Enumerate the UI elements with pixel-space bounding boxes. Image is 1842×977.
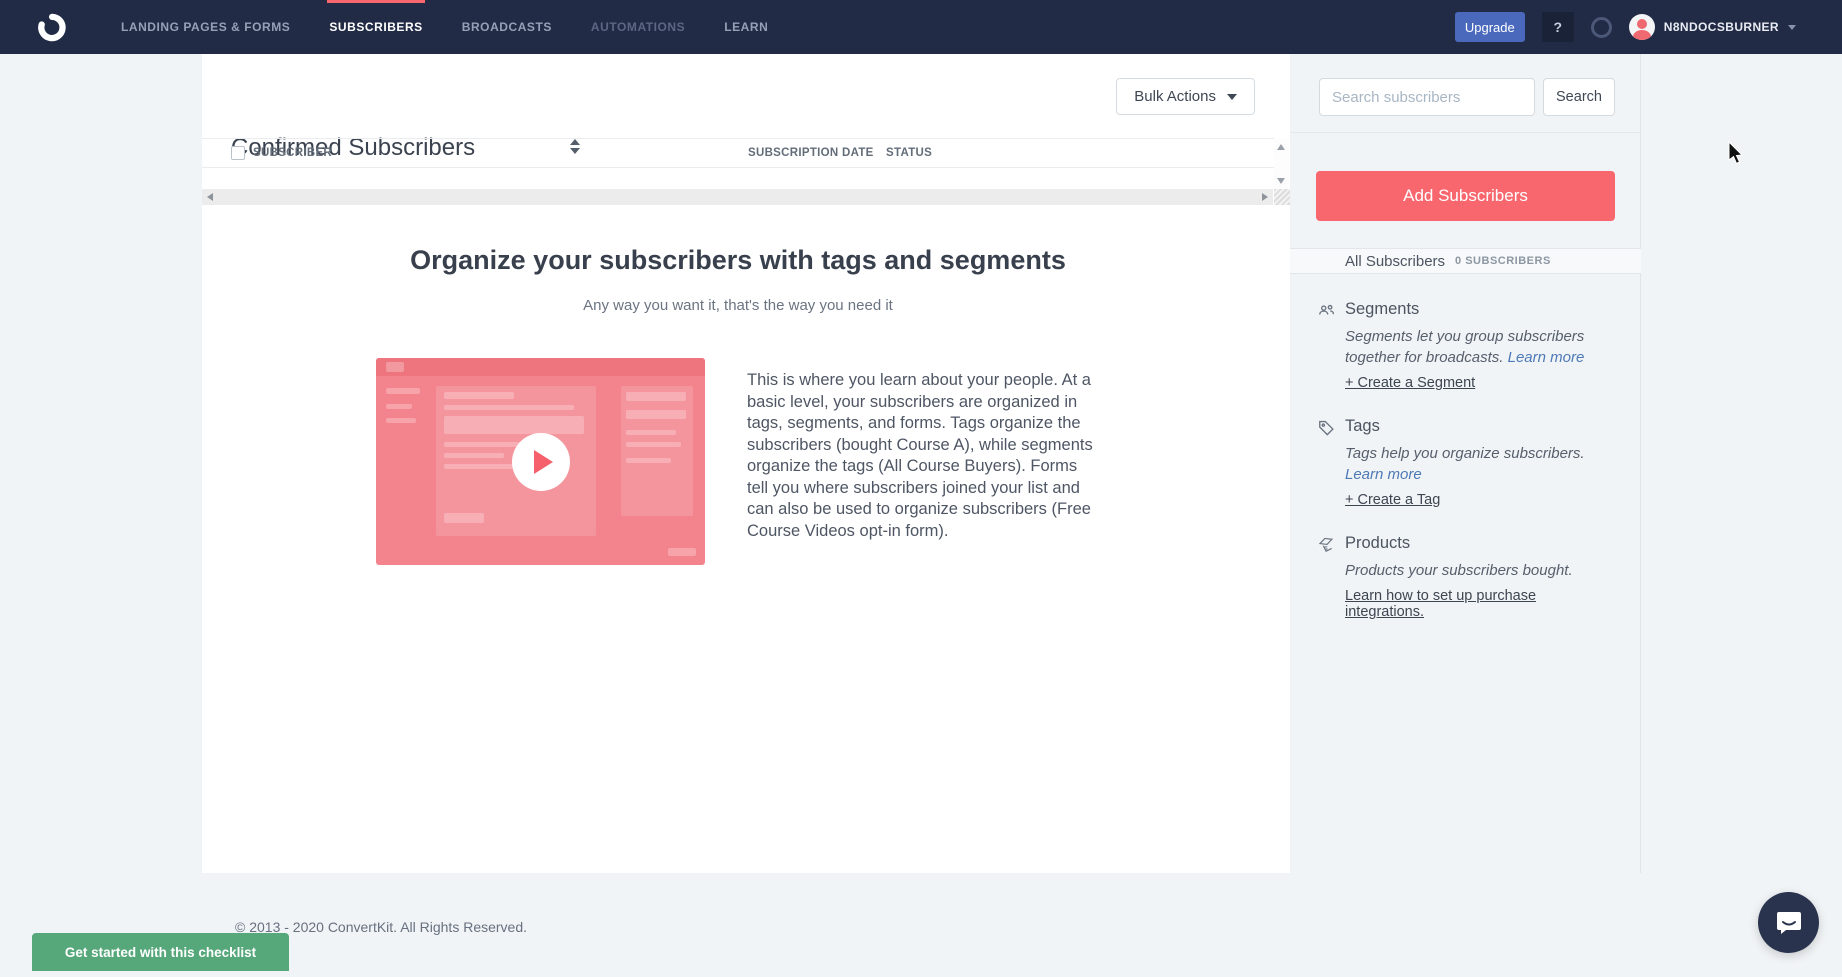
search-button[interactable]: Search (1543, 78, 1615, 116)
section-desc-segments: Segments let you group subscribers toget… (1345, 326, 1615, 368)
mouse-cursor (1727, 141, 1745, 167)
svg-text:$: $ (1325, 546, 1328, 552)
add-subscribers-button[interactable]: Add Subscribers (1316, 171, 1615, 221)
create-tag-link[interactable]: + Create a Tag (1345, 492, 1440, 508)
sidebar-sections: Segments Segments let you group subscrib… (1318, 300, 1615, 646)
section-title-tags[interactable]: Tags (1345, 417, 1615, 436)
nav-item-landing-pages-forms[interactable]: LANDING PAGES & FORMS (121, 0, 290, 54)
subscriber-count-badge: 0 SUBSCRIBERS (1455, 255, 1551, 267)
column-header-subscriber[interactable]: SUBSCRIBER (253, 147, 332, 159)
empty-state-title: Organize your subscribers with tags and … (202, 245, 1274, 276)
sidebar-section-segments: Segments Segments let you group subscrib… (1318, 300, 1615, 392)
section-title-products[interactable]: Products (1345, 534, 1615, 553)
nav-item-subscribers[interactable]: SUBSCRIBERS (329, 0, 422, 54)
chat-launcher-button[interactable] (1758, 892, 1819, 953)
section-desc-tags: Tags help you organize subscribers. Lear… (1345, 443, 1615, 485)
sidebar-section-products: $ Products Products your subscribers bou… (1318, 534, 1615, 621)
empty-state-description: This is where you learn about your peopl… (747, 370, 1102, 542)
help-button[interactable]: ? (1542, 12, 1574, 42)
video-thumbnail[interactable] (376, 358, 705, 565)
nav-item-automations[interactable]: AUTOMATIONS (591, 0, 685, 54)
segments-icon (1317, 301, 1336, 320)
all-subscribers-filter[interactable]: All Subscribers 0 SUBSCRIBERS (1290, 248, 1641, 274)
subscribers-panel: Confirmed Subscribers Bulk Actions SUBSC… (202, 54, 1290, 873)
product-tag-icon: $ (1317, 535, 1336, 554)
sidebar-section-tags: Tags Tags help you organize subscribers.… (1318, 417, 1615, 509)
get-started-checklist-button[interactable]: Get started with this checklist (32, 933, 289, 971)
primary-nav: LANDING PAGES & FORMS SUBSCRIBERS BROADC… (121, 0, 768, 54)
learn-more-link[interactable]: Learn more (1345, 466, 1422, 483)
tag-icon (1317, 418, 1336, 437)
top-nav: LANDING PAGES & FORMS SUBSCRIBERS BROADC… (0, 0, 1842, 54)
all-subscribers-label: All Subscribers (1345, 253, 1445, 270)
section-title-segments[interactable]: Segments (1345, 300, 1615, 319)
column-header-status[interactable]: STATUS (886, 147, 932, 159)
nav-item-broadcasts[interactable]: BROADCASTS (462, 0, 552, 54)
chevron-down-icon (1788, 25, 1796, 30)
username: N8NDOCSBURNER (1664, 20, 1779, 34)
avatar (1629, 14, 1655, 40)
search-input[interactable] (1319, 78, 1535, 116)
select-all-checkbox[interactable] (231, 146, 245, 160)
convertkit-logo-icon[interactable] (37, 13, 66, 42)
sidebar: Search Add Subscribers All Subscribers 0… (1290, 54, 1641, 873)
bulk-actions-button[interactable]: Bulk Actions (1116, 78, 1255, 115)
vertical-scrollbar[interactable] (1274, 139, 1289, 189)
column-header-subscription-date[interactable]: SUBSCRIPTION DATE (748, 147, 874, 159)
chat-bubble-icon (1774, 908, 1804, 938)
learn-more-link[interactable]: Learn more (1508, 349, 1585, 366)
account-menu[interactable]: N8NDOCSBURNER (1629, 14, 1796, 40)
scrollbar-resize-corner[interactable] (1274, 189, 1290, 205)
status-ring-icon[interactable] (1591, 17, 1612, 38)
create-segment-link[interactable]: + Create a Segment (1345, 375, 1475, 391)
play-button-icon[interactable] (512, 433, 570, 491)
bulk-actions-label: Bulk Actions (1134, 88, 1216, 105)
nav-right-group: Upgrade ? N8NDOCSBURNER (1455, 0, 1796, 54)
section-desc-products: Products your subscribers bought. (1345, 560, 1615, 581)
chevron-down-icon (1227, 94, 1237, 100)
horizontal-scrollbar[interactable] (202, 189, 1273, 205)
search-section: Search (1290, 54, 1640, 133)
nav-item-learn[interactable]: LEARN (724, 0, 768, 54)
subscriber-table-header: SUBSCRIBER SUBSCRIPTION DATE STATUS (202, 138, 1274, 168)
purchase-integrations-link[interactable]: Learn how to set up purchase integration… (1345, 588, 1615, 620)
empty-state-subtitle: Any way you want it, that's the way you … (202, 297, 1274, 314)
upgrade-button[interactable]: Upgrade (1455, 12, 1525, 42)
